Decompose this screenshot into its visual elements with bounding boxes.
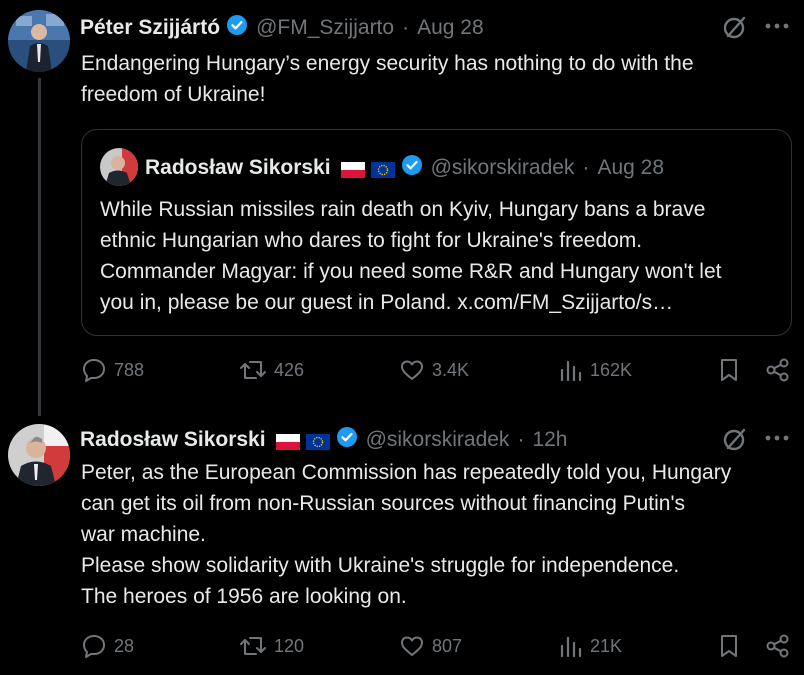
repost-button[interactable]: 426: [238, 356, 304, 384]
text-line: The heroes of 1956 are looking on.: [81, 585, 407, 608]
reply-icon: [80, 632, 108, 660]
quote-text: While Russian missiles rain death on Kyi…: [100, 194, 780, 318]
reply-icon: [80, 356, 108, 384]
quote-author-name[interactable]: Radosław Sikorski: [145, 156, 331, 180]
more-icon[interactable]: [764, 430, 790, 451]
text-line: ethnic Hungarian who dares to fight for …: [100, 229, 643, 252]
like-icon: [398, 632, 426, 660]
quote-author-handle[interactable]: @sikorskiradek: [431, 156, 575, 180]
text-line: war machine.: [81, 523, 206, 546]
reply-count: 788: [114, 359, 145, 380]
poland-flag-icon: [340, 160, 365, 178]
views-button[interactable]: 162K: [558, 356, 632, 384]
grok-icon[interactable]: [722, 14, 748, 45]
repost-icon: [238, 356, 268, 384]
repost-count: 426: [274, 359, 305, 380]
timestamp[interactable]: Aug 28: [417, 16, 484, 40]
bookmark-button[interactable]: [716, 632, 742, 660]
tweet2-actions: 28 120 807 21K: [80, 632, 792, 666]
tweet1-header: Péter Szijjártó @FM_Szijjarto · Aug 28: [80, 14, 484, 42]
like-icon: [398, 356, 426, 384]
repost-button[interactable]: 120: [238, 632, 304, 660]
reply-count: 28: [114, 635, 135, 656]
verified-badge-icon: [401, 154, 423, 182]
eu-flag-icon: [370, 160, 395, 178]
author-handle[interactable]: @sikorskiradek: [366, 428, 510, 452]
separator-dot: ·: [582, 156, 590, 179]
text-line: Endangering Hungary’s energy security ha…: [81, 52, 694, 75]
views-count: 21K: [590, 635, 623, 656]
author-name[interactable]: Péter Szijjártó: [80, 16, 220, 40]
quote-timestamp[interactable]: Aug 28: [597, 156, 664, 180]
share-button[interactable]: [764, 356, 792, 384]
grok-icon[interactable]: [722, 426, 748, 457]
thread-line: [38, 78, 41, 416]
views-button[interactable]: 21K: [558, 632, 622, 660]
timestamp[interactable]: 12h: [532, 428, 567, 452]
share-icon: [764, 356, 792, 384]
eu-flag-icon: [305, 432, 330, 450]
quote-header: Radosław Sikorski @sikorskiradek · Aug 2…: [145, 154, 664, 182]
text-line: Commander Magyar: if you need some R&R a…: [100, 260, 722, 283]
share-button[interactable]: [764, 632, 792, 660]
text-line: Please show solidarity with Ukraine's st…: [81, 554, 680, 577]
bookmark-icon: [716, 356, 742, 384]
repost-icon: [238, 632, 268, 660]
text-line: you in, please be our guest in Poland. x…: [100, 291, 674, 314]
bookmark-icon: [716, 632, 742, 660]
avatar-sikorski[interactable]: [8, 424, 70, 486]
tweet2-header: Radosław Sikorski @sikorskiradek · 12h: [80, 426, 567, 454]
tweet2-text: Peter, as the European Commission has re…: [81, 457, 797, 612]
text-line: can get its oil from non-Russian sources…: [81, 492, 685, 515]
verified-badge-icon: [336, 426, 358, 454]
like-count: 3.4K: [432, 359, 470, 380]
like-button[interactable]: 807: [398, 632, 462, 660]
views-icon: [558, 632, 584, 660]
reply-button[interactable]: 28: [80, 632, 134, 660]
author-name[interactable]: Radosław Sikorski: [80, 428, 266, 452]
text-line: While Russian missiles rain death on Kyi…: [100, 198, 706, 221]
verified-badge-icon: [226, 14, 248, 42]
share-icon: [764, 632, 792, 660]
views-icon: [558, 356, 584, 384]
separator-dot: ·: [517, 428, 525, 451]
tweet1-actions: 788 426 3.4K 162K: [80, 356, 792, 390]
repost-count: 120: [274, 635, 305, 656]
like-button[interactable]: 3.4K: [398, 356, 469, 384]
tweet1-text: Endangering Hungary’s energy security ha…: [81, 48, 793, 110]
separator-dot: ·: [402, 16, 410, 39]
text-line: Peter, as the European Commission has re…: [81, 461, 732, 484]
like-count: 807: [432, 635, 463, 656]
reply-button[interactable]: 788: [80, 356, 144, 384]
avatar-sikorski-small[interactable]: [100, 148, 138, 186]
poland-flag-icon: [275, 432, 300, 450]
bookmark-button[interactable]: [716, 356, 742, 384]
avatar-szijjarto[interactable]: [8, 10, 70, 72]
views-count: 162K: [590, 359, 633, 380]
author-handle[interactable]: @FM_Szijjarto: [256, 16, 394, 40]
text-line: freedom of Ukraine!: [81, 83, 266, 106]
more-icon[interactable]: [764, 18, 790, 39]
